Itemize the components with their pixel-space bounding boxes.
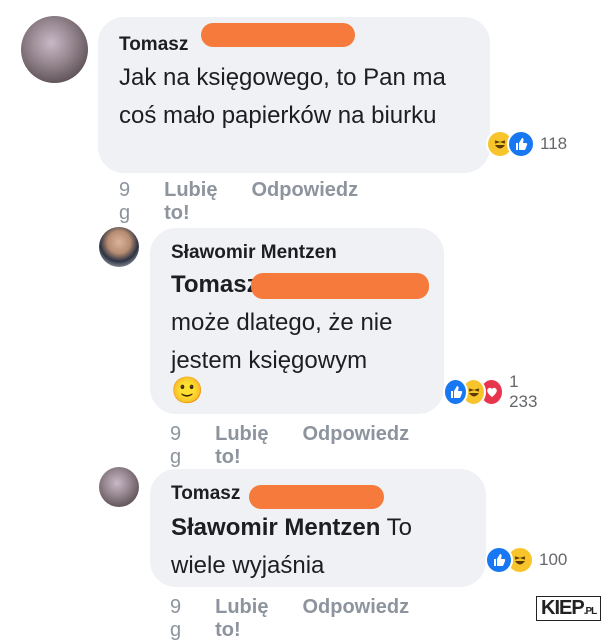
reactions-summary[interactable]: 100 [485, 546, 567, 574]
like-reaction-icon [443, 378, 469, 406]
redaction-mark [201, 23, 355, 47]
comment-author[interactable]: Tomasz [171, 483, 240, 505]
reply-link[interactable]: Odpowiedz [251, 179, 358, 225]
avatar[interactable] [99, 227, 139, 267]
comment-actions: 9 g Lubię to! Odpowiedz [170, 596, 409, 642]
comment-actions: 9 g Lubię to! Odpowiedz [170, 423, 409, 469]
reactions-summary[interactable]: 118 [486, 130, 567, 158]
smile-emoji: 🙂 [171, 375, 204, 405]
reactions-summary[interactable]: 1 233 [443, 372, 546, 412]
comment-author[interactable]: Sławomir Mentzen [171, 242, 337, 264]
like-link[interactable]: Lubię to! [215, 423, 268, 469]
reply-link[interactable]: Odpowiedz [302, 423, 409, 469]
comment-bubble: Tomasz Jak na księgowego, to Pan ma coś … [98, 17, 490, 173]
comment-bubble: Sławomir Mentzen Tomasz może dlatego, że… [150, 228, 444, 414]
watermark-logo: KIEP.PL [536, 596, 602, 621]
comment-timestamp[interactable]: 9 g [119, 179, 130, 225]
redaction-mark [251, 273, 429, 299]
mention-tag[interactable]: Tomasz [171, 266, 259, 304]
like-reaction-icon [507, 130, 535, 158]
like-link[interactable]: Lubię to! [215, 596, 268, 642]
comment-author[interactable]: Tomasz [119, 34, 188, 56]
comment-bubble: Tomasz Sławomir Mentzen To wiele wyjaśni… [150, 469, 486, 587]
comment-text: Sławomir Mentzen To wiele wyjaśnia [171, 509, 461, 585]
redaction-mark [249, 485, 384, 509]
reaction-count: 1 233 [509, 372, 538, 411]
mention-tag[interactable]: Sławomir Mentzen [171, 514, 380, 541]
reply-link[interactable]: Odpowiedz [302, 596, 409, 642]
watermark-brand: KIEP [541, 597, 585, 619]
watermark-suffix: .PL [583, 606, 598, 617]
comment-text: Jak na księgowego, to Pan ma coś mało pa… [119, 64, 446, 129]
like-link[interactable]: Lubię to! [164, 179, 217, 225]
like-reaction-icon [485, 546, 513, 574]
comment-timestamp[interactable]: 9 g [170, 596, 181, 642]
comment-actions: 9 g Lubię to! Odpowiedz [119, 179, 358, 225]
avatar[interactable] [99, 467, 139, 507]
reaction-count: 118 [540, 134, 568, 153]
reaction-count: 100 [539, 550, 568, 569]
comment-timestamp[interactable]: 9 g [170, 423, 181, 469]
avatar[interactable] [21, 16, 88, 83]
comment-text: może dlatego, że nie jestem księgowym [171, 309, 393, 374]
